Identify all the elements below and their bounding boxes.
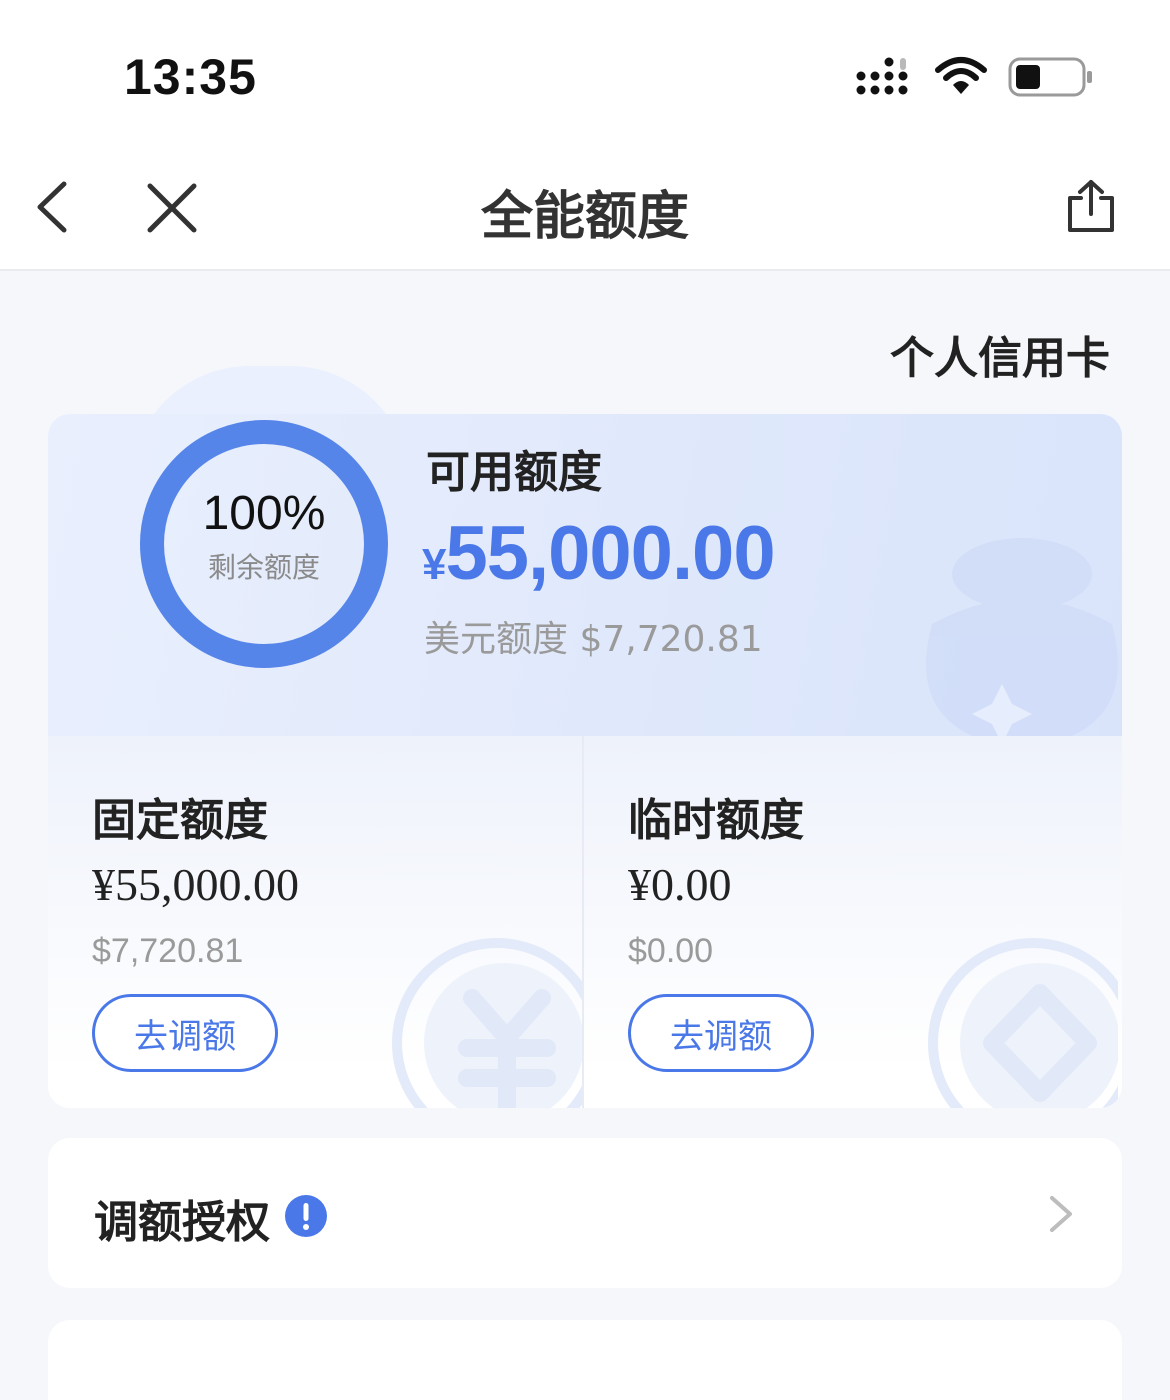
yen-coin-decoration	[392, 938, 582, 1108]
diamond-coin-decoration	[928, 938, 1118, 1108]
temporary-limit-usd: $0.00	[628, 932, 714, 970]
money-bag-decoration	[926, 538, 1118, 744]
available-limit-amount: ¥55,000.00	[422, 510, 776, 597]
card-type-label: 个人信用卡	[890, 333, 1110, 384]
fixed-limit-label: 固定额度	[92, 795, 268, 846]
battery-icon	[1008, 57, 1092, 97]
fixed-limit-section: 固定额度 ¥55,000.00 $7,720.81 去调额	[48, 736, 582, 1108]
currency-symbol: ¥	[422, 540, 447, 589]
temporary-limit-label: 临时额度	[628, 795, 804, 846]
info-icon[interactable]	[284, 1194, 328, 1238]
temporary-limit-amount: ¥0.00	[628, 859, 732, 910]
usd-limit: 美元额度 $7,720.81	[424, 619, 763, 660]
signal-icon	[856, 57, 908, 95]
remaining-percent: 100%	[202, 487, 326, 540]
chevron-right-icon	[1050, 1196, 1072, 1232]
limit-breakdown: 固定额度 ¥55,000.00 $7,720.81 去调额 临时额度 ¥0.00…	[48, 736, 1122, 1108]
adjust-authorization-label: 调额授权	[94, 1197, 270, 1248]
remaining-limit-ring	[140, 420, 388, 668]
available-limit-label: 可用额度	[426, 447, 602, 498]
fixed-limit-usd: $7,720.81	[92, 932, 244, 970]
temporary-limit-section: 临时额度 ¥0.00 $0.00 去调额	[584, 736, 1118, 1108]
status-time: 13:35	[124, 49, 257, 105]
fixed-limit-amount: ¥55,000.00	[92, 859, 299, 910]
status-bar: 13:35	[0, 0, 1170, 140]
adjust-authorization-row[interactable]: 调额授权	[48, 1138, 1122, 1288]
temporary-adjust-button[interactable]: 去调额	[628, 994, 814, 1072]
next-section-card	[48, 1320, 1122, 1400]
page-title: 全能额度	[480, 187, 689, 247]
wifi-icon	[935, 57, 987, 94]
nav-bar: 全能额度	[0, 140, 1170, 271]
available-limit-section: 100% 剩余额度 可用额度 ¥55,000.00 美元额度 $7,720.81	[48, 414, 1122, 744]
remaining-caption: 剩余额度	[207, 551, 320, 584]
share-icon[interactable]	[1064, 178, 1118, 234]
credit-limit-card: 100% 剩余额度 可用额度 ¥55,000.00 美元额度 $7,720.81…	[48, 414, 1122, 1108]
fixed-adjust-button[interactable]: 去调额	[92, 994, 278, 1072]
available-amount-value: 55,000.00	[445, 511, 775, 596]
